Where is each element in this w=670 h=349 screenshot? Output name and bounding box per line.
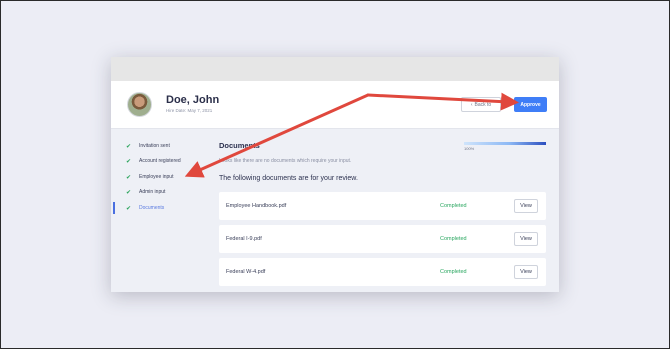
step-label: Admin input — [139, 189, 166, 195]
status-badge: Completed — [440, 203, 467, 209]
step-employee-input[interactable]: ✔ Employee input — [126, 172, 173, 182]
step-label: Invitation sent — [139, 143, 170, 149]
hire-date: Hire Date: May 7, 2021 — [166, 108, 213, 113]
app-window: Doe, John Hire Date: May 7, 2021 ‹ Back … — [111, 57, 559, 292]
view-button[interactable]: View — [514, 232, 538, 246]
section-subtitle: Looks like there are no documents which … — [219, 158, 352, 164]
document-name: Federal W-4.pdf — [226, 269, 266, 275]
document-name: Employee Handbook.pdf — [226, 203, 287, 209]
chevron-left-icon: ‹ — [470, 101, 473, 108]
progress-label: 100% — [464, 146, 475, 151]
step-admin-input[interactable]: ✔ Admin input — [126, 187, 165, 197]
document-row: Federal I-9.pdf Completed View — [219, 225, 546, 253]
back-button[interactable]: ‹ Back to — [461, 97, 501, 112]
window-titlebar — [111, 57, 559, 81]
step-documents[interactable]: ✔ Documents — [126, 203, 164, 213]
view-button[interactable]: View — [514, 265, 538, 279]
step-label: Employee input — [139, 174, 174, 180]
employee-header: Doe, John Hire Date: May 7, 2021 ‹ Back … — [111, 81, 559, 129]
step-account-registered[interactable]: ✔ Account registered — [126, 156, 181, 166]
check-icon: ✔ — [126, 174, 132, 181]
approve-button[interactable]: Approve — [514, 97, 547, 112]
onboarding-steps: ✔ Invitation sent ✔ Account registered ✔… — [111, 129, 208, 292]
check-icon: ✔ — [126, 189, 132, 196]
document-name: Federal I-9.pdf — [226, 236, 262, 242]
step-invitation-sent[interactable]: ✔ Invitation sent — [126, 141, 170, 151]
back-button-label: Back to — [474, 101, 492, 108]
step-label: Documents — [139, 205, 165, 211]
employee-name: Doe, John — [166, 94, 220, 106]
check-icon: ✔ — [126, 158, 132, 165]
document-row: Employee Handbook.pdf Completed View — [219, 192, 546, 220]
avatar — [127, 92, 152, 117]
status-badge: Completed — [440, 269, 467, 275]
step-label: Account registered — [139, 158, 181, 164]
check-icon: ✔ — [126, 205, 132, 212]
document-row: Federal W-4.pdf Completed View — [219, 258, 546, 286]
check-icon: ✔ — [126, 143, 132, 150]
status-badge: Completed — [440, 236, 467, 242]
view-button[interactable]: View — [514, 199, 538, 213]
review-title: The following documents are for your rev… — [219, 175, 358, 182]
section-title: Documents — [219, 141, 260, 150]
progress-bar — [464, 142, 546, 145]
active-step-indicator — [113, 202, 115, 214]
